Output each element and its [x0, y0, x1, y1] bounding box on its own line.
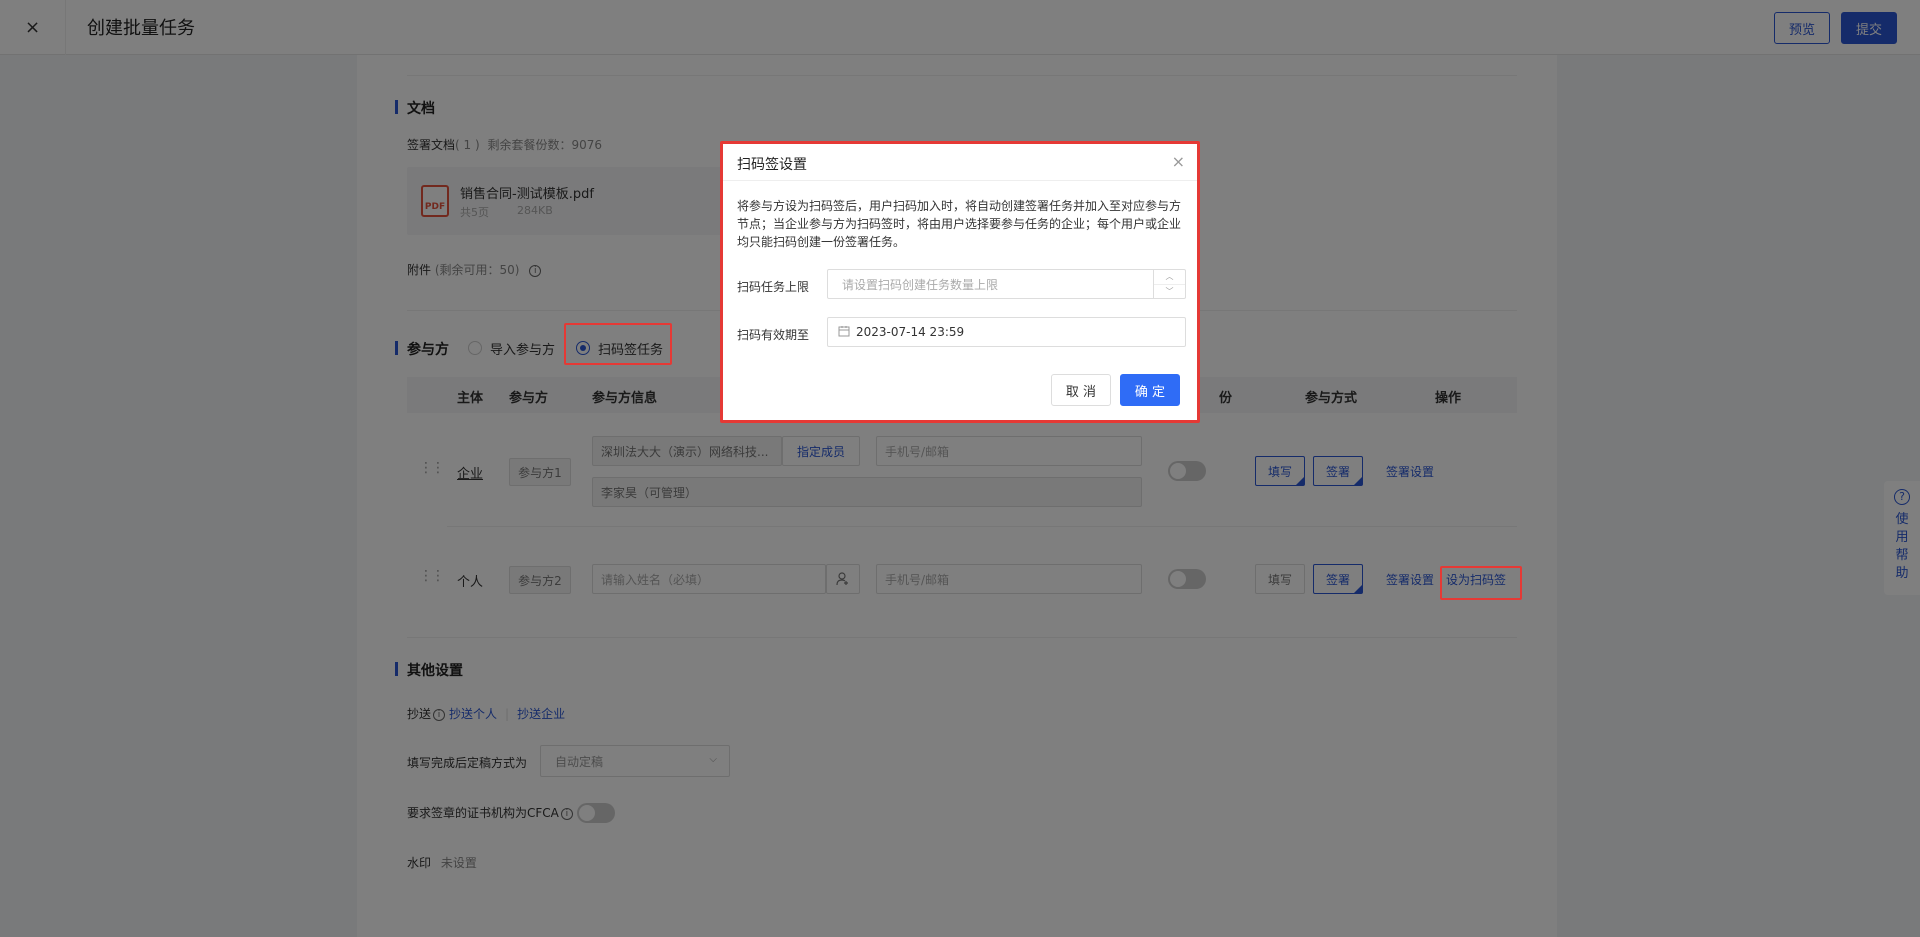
dialog-header: 扫码签设置 ×: [723, 144, 1197, 181]
cancel-button[interactable]: 取 消: [1051, 374, 1111, 406]
chevron-up-icon[interactable]: ︿: [1154, 270, 1185, 284]
highlight-set-scan-link: [1440, 566, 1522, 600]
highlight-scan-task-option: [564, 323, 672, 365]
chevron-down-icon[interactable]: ﹀: [1154, 284, 1185, 299]
number-stepper[interactable]: ︿ ﹀: [1153, 270, 1185, 298]
dialog-description: 将参与方设为扫码签后，用户扫码加入时，将自动创建签署任务并加入至对应参与方节点；…: [737, 199, 1182, 249]
expiry-label: 扫码有效期至: [737, 328, 810, 342]
expiry-date-picker[interactable]: 2023-07-14 23:59: [827, 317, 1186, 347]
confirm-button[interactable]: 确 定: [1120, 374, 1180, 406]
calendar-icon: [838, 325, 850, 340]
limit-label: 扫码任务上限: [737, 280, 810, 294]
dialog-title: 扫码签设置: [737, 157, 807, 173]
close-icon[interactable]: ×: [1172, 152, 1185, 171]
expiry-value: 2023-07-14 23:59: [856, 325, 965, 339]
limit-placeholder: 请设置扫码创建任务数量上限: [842, 277, 999, 292]
limit-input[interactable]: 请设置扫码创建任务数量上限 ︿ ﹀: [827, 269, 1186, 299]
scan-sign-settings-dialog: 扫码签设置 × 将参与方设为扫码签后，用户扫码加入时，将自动创建签署任务并加入至…: [720, 141, 1200, 423]
